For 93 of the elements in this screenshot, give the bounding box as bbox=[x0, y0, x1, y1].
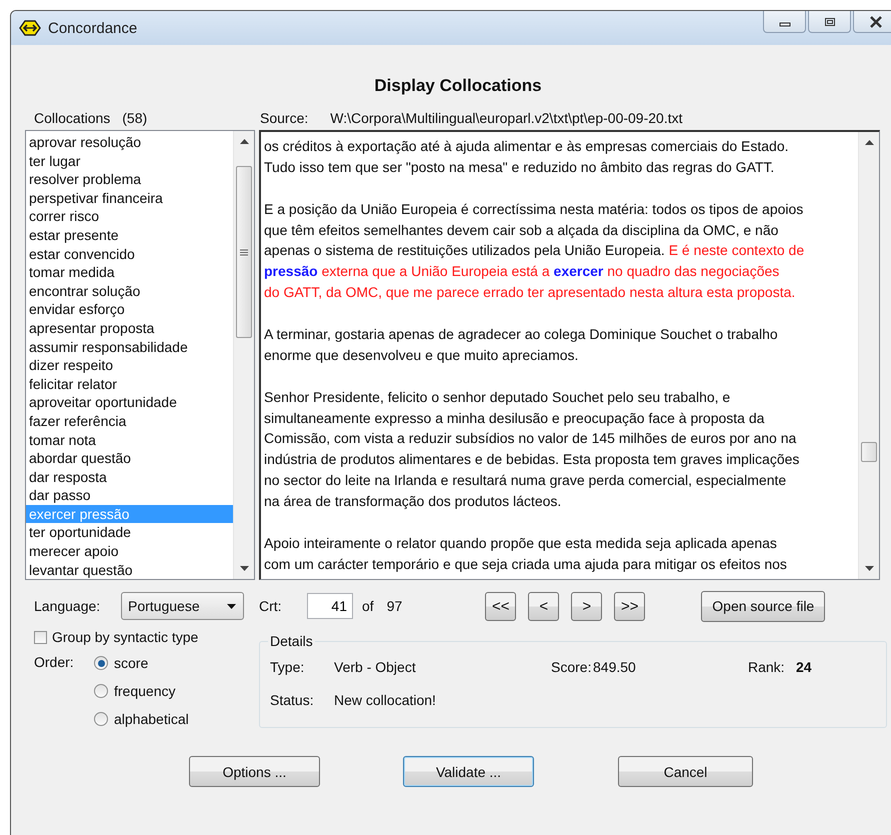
type-label: Type: bbox=[270, 658, 306, 674]
language-label: Language: bbox=[34, 598, 102, 614]
radio-label: frequency bbox=[114, 683, 176, 699]
checkbox-label: Group by syntactic type bbox=[52, 629, 198, 645]
collocation-item[interactable]: ter lugar bbox=[26, 152, 233, 170]
navigation-button[interactable]: >> bbox=[614, 592, 646, 620]
maximize-button[interactable] bbox=[808, 11, 851, 33]
status-value: New collocation! bbox=[334, 692, 436, 708]
collocation-item[interactable]: tomar medida bbox=[26, 263, 233, 282]
navigation-button[interactable]: > bbox=[571, 592, 602, 620]
minimize-button[interactable] bbox=[763, 11, 806, 33]
collocation-item[interactable]: merecer apoio bbox=[26, 542, 233, 561]
total-count: 97 bbox=[386, 598, 402, 614]
text-line: enorme que desenvolveu e que muito apreciamos. bbox=[264, 346, 580, 365]
scroll-down-icon[interactable] bbox=[240, 566, 248, 571]
text-line: na área de transformação dos produtos lácteos. bbox=[264, 492, 562, 512]
collocation-item[interactable]: encontrar solução bbox=[26, 282, 233, 300]
scrollbar[interactable] bbox=[233, 131, 254, 579]
group-title: Details bbox=[269, 633, 314, 649]
scrollbar[interactable] bbox=[858, 132, 879, 579]
text-line: Tudo isso tem que ser "posto na mesa" e reduzido no âmbito das regras do GATT. bbox=[264, 158, 776, 177]
score-label: Score: bbox=[551, 658, 592, 674]
text-line: A terminar, gostaria apenas de agradecer ao colega Dominique Souchet o trabalho bbox=[264, 325, 779, 344]
collocation-item[interactable]: aprovar resolução bbox=[26, 133, 233, 152]
text-line: que têm efeitos semelhantes devem cair sob a alçada da disciplina da OMC, e não bbox=[264, 220, 780, 240]
collocation-item[interactable]: envidar esforço bbox=[26, 300, 233, 319]
navigation-button[interactable]: < bbox=[528, 592, 560, 620]
collocation-item[interactable]: ter oportunidade bbox=[26, 523, 233, 542]
dialog-button[interactable]: Validate ... bbox=[403, 756, 534, 787]
window-title: Concordance bbox=[48, 20, 138, 36]
dropdown-arrow-icon bbox=[227, 604, 236, 608]
restore-icon bbox=[824, 16, 836, 26]
collocation-item[interactable]: levantar questão bbox=[26, 560, 233, 579]
text-line: pressão externa que a União Europeia está a exercer no quadro das negociações bbox=[264, 262, 780, 282]
collocation-item[interactable]: estar presente bbox=[26, 226, 233, 245]
open-source-button[interactable]: Open source file bbox=[701, 590, 826, 622]
type-value: Verb - Object bbox=[334, 658, 417, 674]
close-icon bbox=[869, 16, 883, 28]
collocation-item[interactable]: tomar nota bbox=[26, 430, 233, 450]
status-label: Status: bbox=[270, 692, 315, 708]
close-button[interactable] bbox=[853, 11, 891, 33]
collocation-item[interactable]: perspetivar financeira bbox=[26, 188, 233, 208]
radio-label: alphabetical bbox=[114, 711, 189, 727]
collocations-label: Collocations bbox=[34, 110, 110, 128]
text-line: no sector do leite na Irlanda e resultará numa grave perda comercial, especialmente bbox=[264, 471, 788, 490]
text-line: com um carácter temporário e que seja criada uma ajuda para mitigar os efeitos nos bbox=[264, 554, 788, 574]
app-icon bbox=[19, 19, 41, 37]
navigation-button[interactable]: << bbox=[485, 592, 516, 620]
dialog-heading: Display Collocations bbox=[373, 76, 543, 97]
dialog-button[interactable]: Options ... bbox=[189, 756, 320, 787]
collocation-item[interactable]: resolver problema bbox=[26, 170, 233, 189]
scroll-down-icon[interactable] bbox=[864, 566, 874, 571]
text-line: E a posição da União Europeia é correctíssima nesta matéria: todos os tipos de apoios bbox=[264, 200, 804, 219]
radio-label: score bbox=[114, 655, 148, 671]
source-label: Source: bbox=[260, 110, 308, 128]
radio-button[interactable] bbox=[94, 712, 108, 726]
checkbox[interactable] bbox=[34, 630, 47, 644]
radio-button[interactable] bbox=[94, 656, 108, 670]
rank-value: 24 bbox=[796, 658, 812, 674]
score-value: 849.50 bbox=[593, 658, 637, 674]
collocation-item[interactable]: fazer referência bbox=[26, 412, 233, 430]
text-line: indústria de produtos alimentares e de bebidas. Esta proposta tem graves implicações bbox=[264, 450, 800, 470]
collocation-item[interactable]: dizer respeito bbox=[26, 356, 233, 375]
text-line: apenas o sistema de restituições utilizados pela União Europeia. E é neste contexto de bbox=[264, 241, 806, 260]
collocation-item[interactable]: correr risco bbox=[26, 207, 233, 226]
text-line: simultaneamente expresso a minha desilusão e preocupação face à proposta da bbox=[264, 408, 766, 428]
dialog-button[interactable]: Cancel bbox=[618, 756, 753, 787]
collocation-item[interactable]: assumir responsabilidade bbox=[26, 338, 233, 356]
scroll-thumb[interactable] bbox=[236, 166, 252, 338]
crt-label: Crt: bbox=[259, 598, 283, 614]
crt-input[interactable]: 41 bbox=[307, 593, 353, 619]
scroll-up-icon[interactable] bbox=[864, 140, 874, 145]
order-label: Order: bbox=[34, 654, 75, 672]
language-dropdown[interactable]: Portuguese bbox=[121, 592, 244, 620]
scroll-thumb[interactable] bbox=[861, 442, 877, 462]
collocation-item[interactable]: aproveitar oportunidade bbox=[26, 393, 233, 412]
source-path: W:\Corpora\Multilingual\europarl.v2\txt\pt\ep-00-09-20.txt bbox=[330, 110, 682, 128]
rank-label: Rank: bbox=[748, 658, 786, 674]
collocation-item[interactable]: dar resposta bbox=[26, 468, 233, 486]
text-line: Apoio inteiramente o relator quando propõe que esta medida seja aplicada apenas bbox=[264, 534, 778, 553]
scroll-up-icon[interactable] bbox=[240, 139, 248, 144]
of-label: of bbox=[362, 598, 374, 614]
collocation-item[interactable]: abordar questão bbox=[26, 449, 233, 468]
text-line: Comissão, com vista a reduzir subsídios no valor de 145 milhões de euros por ano na bbox=[264, 429, 798, 448]
text-line: Senhor Presidente, felicito o senhor deputado Souchet pelo seu trabalho, e bbox=[264, 388, 732, 407]
collocations-count: (58) bbox=[122, 110, 148, 128]
radio-button[interactable] bbox=[94, 684, 108, 698]
collocation-item[interactable]: estar convencido bbox=[26, 244, 233, 264]
text-line: os créditos à exportação até à ajuda alimentar e às empresas comerciais do Estado. bbox=[264, 137, 790, 156]
text-line: do GATT, da OMC, que me parece errado ter apresentado nesta altura esta proposta. bbox=[264, 283, 796, 302]
collocation-item[interactable]: apresentar proposta bbox=[26, 318, 233, 338]
collocation-item[interactable]: dar passo bbox=[26, 486, 233, 505]
collocation-item[interactable]: felicitar relator bbox=[26, 374, 233, 394]
